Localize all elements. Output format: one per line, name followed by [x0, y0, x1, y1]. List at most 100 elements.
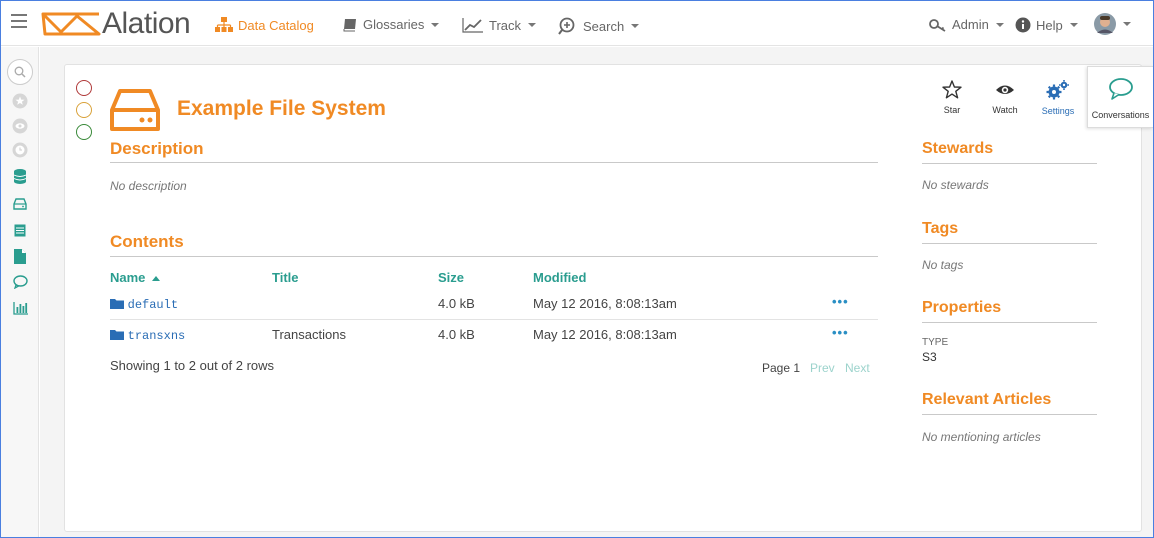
pager-prev-button[interactable]: Prev — [810, 361, 835, 375]
table-row[interactable]: transxns — [110, 327, 185, 343]
pager-page-label: Page 1 — [762, 361, 801, 375]
user-menu[interactable] — [1094, 13, 1131, 35]
folder-icon — [110, 330, 124, 340]
hard-drive-icon[interactable] — [11, 195, 29, 213]
nav-search-label: Search — [583, 18, 625, 34]
row-name-link[interactable]: transxns — [128, 329, 186, 343]
info-icon — [1015, 17, 1031, 33]
property-key: TYPE — [922, 337, 949, 348]
star-outline-icon — [942, 80, 962, 99]
chevron-down-icon — [995, 22, 1004, 27]
tags-divider — [922, 243, 1097, 244]
chat-icon[interactable] — [11, 273, 29, 291]
table-row[interactable]: default — [110, 296, 178, 312]
clock-icon[interactable] — [11, 141, 29, 159]
articles-text: No mentioning articles — [922, 430, 1041, 444]
line-chart-icon — [462, 18, 483, 33]
file-icon[interactable] — [11, 247, 29, 265]
column-header-modified[interactable]: Modified — [533, 270, 586, 285]
table-icon[interactable] — [11, 221, 29, 239]
search-icon[interactable] — [7, 59, 33, 85]
star-icon[interactable] — [11, 92, 29, 110]
stewards-divider — [922, 163, 1097, 164]
description-divider — [110, 162, 878, 163]
row-title: Transactions — [272, 327, 346, 342]
watch-button-label: Watch — [992, 105, 1018, 115]
nav-track[interactable]: Track — [462, 17, 537, 33]
description-text[interactable]: No description — [110, 179, 187, 193]
table-summary: Showing 1 to 2 out of 2 rows — [110, 358, 275, 373]
alation-logo-icon[interactable] — [41, 10, 101, 38]
nav-track-label: Track — [489, 17, 522, 33]
contents-divider — [110, 256, 878, 257]
hierarchy-icon — [215, 17, 233, 32]
sort-ascending-icon — [152, 276, 161, 282]
pager-next-button[interactable]: Next — [845, 361, 870, 375]
nav-glossaries-label: Glossaries — [363, 17, 425, 32]
star-button[interactable]: Star — [932, 80, 972, 115]
row-menu-button[interactable]: ••• — [832, 325, 849, 340]
chevron-down-icon — [1069, 23, 1078, 27]
row-size: 4.0 kB — [438, 327, 475, 342]
app-name[interactable]: Alation — [102, 7, 191, 41]
left-rail — [1, 47, 39, 537]
nav-help[interactable]: Help — [1015, 17, 1078, 33]
stewards-text[interactable]: No stewards — [922, 178, 989, 192]
nav-glossaries[interactable]: Glossaries — [343, 17, 440, 32]
nav-help-label: Help — [1036, 17, 1063, 33]
status-circle-yellow[interactable] — [76, 102, 92, 118]
chat-bubble-icon — [1108, 78, 1133, 100]
book-icon — [343, 18, 356, 31]
avatar — [1094, 13, 1116, 35]
description-heading: Description — [110, 139, 204, 158]
row-modified: May 12 2016, 8:08:13am — [533, 296, 677, 311]
bar-chart-icon[interactable] — [11, 299, 29, 317]
row-name-link[interactable]: default — [128, 298, 178, 312]
column-header-name-label: Name — [110, 270, 146, 285]
property-value: S3 — [922, 350, 937, 364]
conversations-tab[interactable]: Conversations — [1087, 66, 1153, 128]
settings-button-label: Settings — [1041, 106, 1075, 116]
nav-search[interactable]: Search — [558, 17, 640, 35]
status-circle-red[interactable] — [76, 80, 92, 96]
star-button-label: Star — [943, 105, 961, 115]
file-system-icon — [110, 89, 160, 131]
status-indicators — [76, 80, 92, 146]
properties-heading: Properties — [922, 299, 1002, 316]
column-header-name[interactable]: Name — [110, 270, 161, 285]
row-size: 4.0 kB — [438, 296, 475, 311]
page-title: Example File System — [177, 97, 386, 120]
nav-data-catalog[interactable]: Data Catalog — [215, 17, 314, 33]
column-header-size[interactable]: Size — [438, 270, 464, 285]
nav-data-catalog-label: Data Catalog — [238, 17, 314, 33]
top-nav: Alation Data Catalog Glossaries Track Se… — [1, 1, 1153, 46]
database-icon[interactable] — [11, 167, 29, 185]
row-menu-button[interactable]: ••• — [832, 294, 849, 309]
chevron-down-icon — [431, 22, 440, 27]
articles-divider — [922, 414, 1097, 415]
folder-icon — [110, 299, 124, 309]
properties-divider — [922, 322, 1097, 323]
stewards-heading: Stewards — [922, 140, 994, 157]
tags-heading: Tags — [922, 220, 959, 237]
watch-button[interactable]: Watch — [985, 80, 1025, 115]
chevron-down-icon — [528, 23, 537, 27]
key-icon — [929, 18, 946, 32]
column-header-title[interactable]: Title — [272, 270, 299, 285]
conversations-tab-label: Conversations — [1091, 110, 1150, 120]
row-divider — [110, 319, 878, 320]
articles-heading: Relevant Articles — [922, 391, 1052, 408]
settings-button[interactable]: Settings — [1038, 80, 1078, 116]
nav-admin-label: Admin — [952, 17, 989, 32]
chevron-down-icon — [1123, 22, 1131, 26]
eye-icon — [996, 85, 1014, 94]
eye-icon[interactable] — [11, 117, 29, 135]
chevron-down-icon — [631, 24, 640, 28]
search-plus-icon — [558, 17, 575, 35]
status-circle-green[interactable] — [76, 124, 92, 140]
nav-admin[interactable]: Admin — [929, 17, 1004, 32]
hamburger-menu-icon[interactable] — [11, 14, 27, 28]
row-modified: May 12 2016, 8:08:13am — [533, 327, 677, 342]
tags-text[interactable]: No tags — [922, 258, 963, 272]
contents-heading: Contents — [110, 232, 184, 251]
